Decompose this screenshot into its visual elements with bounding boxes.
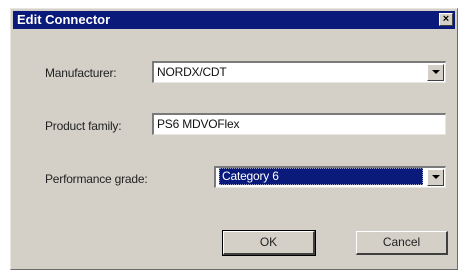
- manufacturer-label: Manufacturer:: [45, 66, 117, 80]
- cancel-button[interactable]: Cancel: [356, 231, 448, 255]
- ok-button[interactable]: OK: [222, 230, 316, 256]
- title-bar[interactable]: Edit Connector ×: [13, 11, 455, 29]
- performance-grade-dropdown-button[interactable]: [427, 169, 444, 186]
- product-family-label: Product family:: [45, 119, 122, 133]
- performance-grade-label: Performance grade:: [45, 172, 148, 186]
- product-family-input[interactable]: PS6 MDVOFlex: [152, 113, 446, 135]
- performance-grade-select[interactable]: Category 6: [214, 166, 446, 188]
- close-button[interactable]: ×: [439, 13, 453, 26]
- product-family-value: PS6 MDVOFlex: [157, 117, 240, 131]
- manufacturer-select[interactable]: NORDX/CDT: [152, 61, 446, 83]
- dialog-title: Edit Connector: [17, 12, 111, 27]
- manufacturer-value: NORDX/CDT: [157, 65, 227, 79]
- manufacturer-dropdown-button[interactable]: [427, 64, 444, 81]
- chevron-down-icon: [432, 175, 440, 179]
- edit-connector-dialog: Edit Connector × Manufacturer: NORDX/CDT…: [10, 8, 458, 270]
- close-icon: ×: [442, 13, 450, 25]
- performance-grade-value: Category 6: [219, 168, 423, 185]
- chevron-down-icon: [432, 70, 440, 74]
